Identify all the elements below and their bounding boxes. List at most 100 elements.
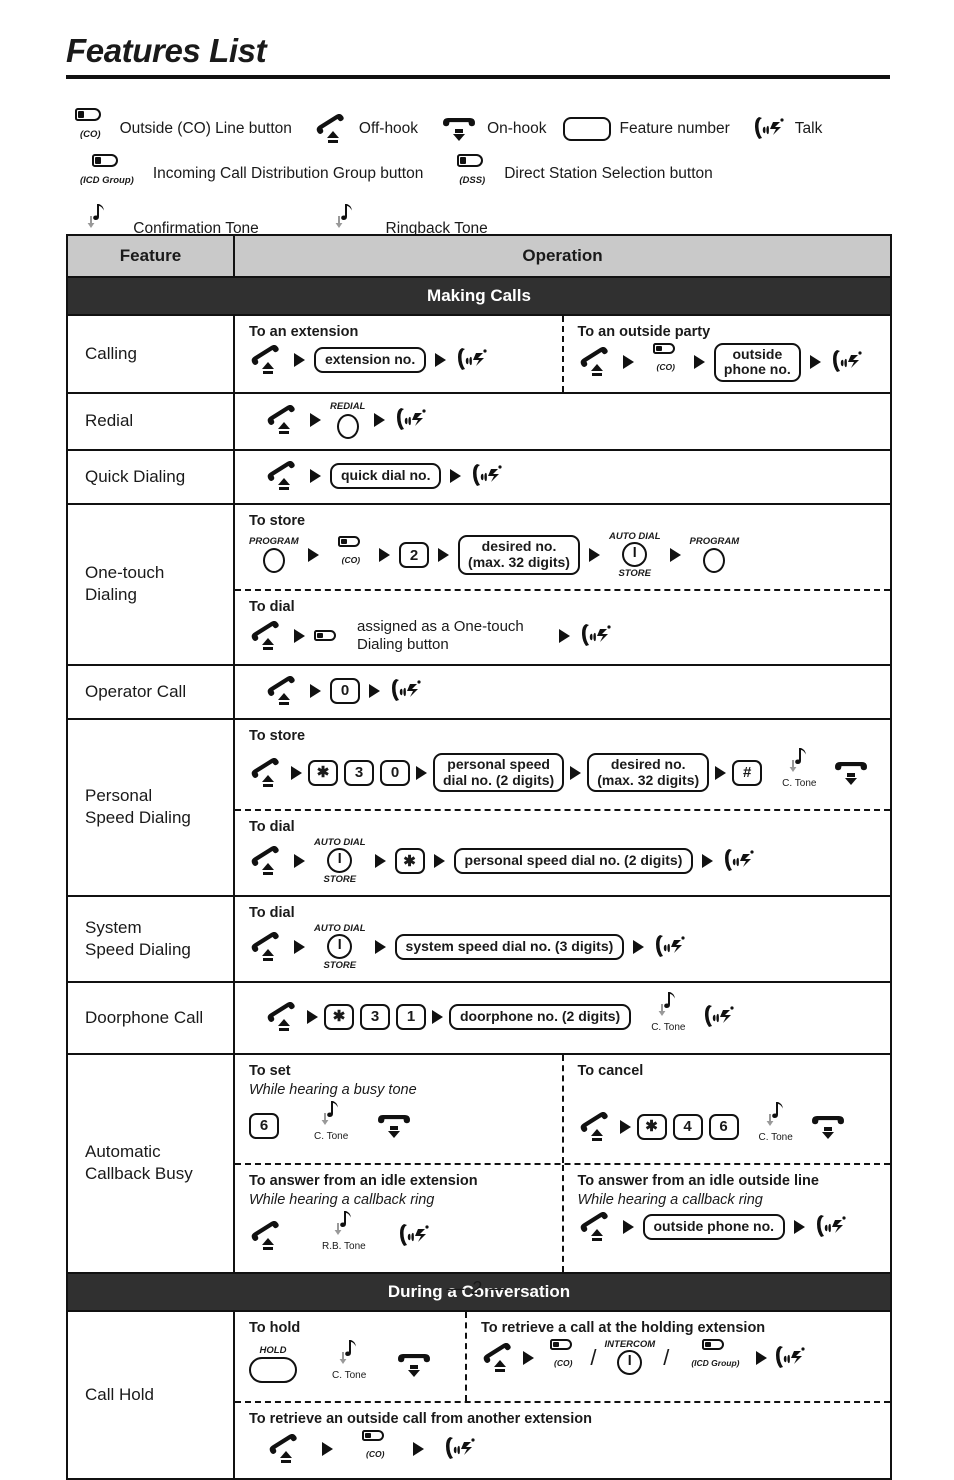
doorphone-no-field: doorphone no. (2 digits) — [449, 1003, 632, 1030]
feature-label-personal-speed-dialing: Personal Speed Dialing — [68, 719, 235, 895]
calling-right-title: To an outside party — [577, 323, 711, 340]
operation-system-speed-dialing: To dial AUTO DIAL STORE system speed dia… — [235, 897, 890, 981]
off-hook-icon — [249, 344, 285, 375]
legend-item-on-hook: On-hook — [440, 115, 562, 142]
operation-personal-speed-dialing: To store ✱ 3 0 personal speed dial no. (… — [235, 720, 890, 895]
flow-arrow-icon — [702, 854, 714, 869]
legend-item-feature-number: Feature number — [562, 116, 752, 141]
flow-arrow-icon — [369, 683, 380, 698]
call-hold-hold-title: To hold — [249, 1319, 301, 1336]
callback-cancel-title: To cancel — [577, 1062, 644, 1079]
flow-arrow-icon — [450, 468, 462, 483]
talk-icon — [579, 621, 613, 651]
table-row-system-speed-dialing: System Speed Dialing To dial AUTO DIAL S… — [68, 896, 890, 983]
flow-arrow-icon — [294, 628, 305, 643]
system-speed-dial-title: To dial — [249, 904, 295, 921]
legend-item-off-hook: Off-hook — [314, 113, 440, 144]
table-row-call-hold: Call Hold To hold HOLD C. Tone To retrie… — [68, 1311, 890, 1479]
co-line-button-icon: (CO) — [352, 1429, 394, 1469]
legend-label-on-hook: On-hook — [487, 119, 547, 137]
legend-label-dss: Direct Station Selection button — [504, 165, 713, 183]
talk-icon — [394, 405, 428, 435]
flow-arrow-icon — [310, 683, 321, 698]
option-separator: / — [590, 1344, 597, 1370]
off-hook-icon — [249, 620, 285, 651]
operation-automatic-callback-busy: To set While hearing a busy tone 6 C. To… — [235, 1054, 891, 1272]
confirmation-tone-icon: C. Tone — [318, 1339, 376, 1391]
hold-button-icon: HOLD — [249, 1346, 297, 1384]
flow-arrow-icon — [416, 765, 427, 780]
flow-arrow-icon — [374, 413, 386, 428]
flow-arrow-icon — [322, 1441, 333, 1456]
table-row-operator-call: Operator Call 0 — [68, 665, 890, 720]
flow-arrow-icon — [570, 765, 582, 780]
feature-label-quick-dialing: Quick Dialing — [68, 450, 235, 503]
talk-icon — [443, 1434, 477, 1464]
key-3: 3 — [360, 1003, 390, 1030]
off-hook-icon — [578, 347, 614, 377]
operation-call-hold: To hold HOLD C. Tone To retrieve a call … — [235, 1311, 890, 1479]
callback-set-title: To set — [249, 1062, 291, 1079]
legend-label-icd-group: Incoming Call Distribution Group button — [152, 165, 424, 183]
callback-set-note: While hearing a busy tone — [249, 1081, 417, 1098]
section-header-making-calls: Making Calls — [68, 277, 890, 316]
legend-label-feature-number: Feature number — [619, 119, 730, 137]
flow-arrow-icon — [755, 1350, 767, 1365]
flow-arrow-icon — [294, 940, 305, 955]
icd-group-button-icon: (ICD Group) — [66, 153, 144, 196]
on-hook-icon — [809, 1113, 847, 1140]
system-speed-dial-no-field: system speed dial no. (3 digits) — [394, 934, 625, 961]
confirmation-tone-icon: C. Tone — [300, 1100, 358, 1152]
feature-label-call-hold: Call Hold — [68, 1311, 235, 1479]
confirmation-tone-icon: C. Tone — [745, 1101, 803, 1153]
flow-arrow-icon — [374, 940, 386, 955]
legend-label-co-line: Outside (CO) Line button — [119, 119, 292, 137]
table-row-quick-dialing: Quick Dialing quick dial no. — [68, 450, 890, 505]
talk-icon — [455, 345, 489, 375]
callback-to-cancel: To cancel ✱ 4 6 C. Tone — [564, 1055, 891, 1163]
callback-answer-idle-extension: To answer from an idle extension While h… — [235, 1164, 564, 1272]
off-hook-icon — [249, 932, 285, 962]
flow-arrow-icon — [669, 548, 681, 563]
calling-to-outside-party: To an outside party (CO) outside phone n… — [564, 316, 891, 392]
off-hook-icon — [265, 1001, 301, 1032]
operation-one-touch-dialing: To store PROGRAM (CO) 2 desired no. (max… — [235, 505, 890, 664]
flow-arrow-icon — [433, 854, 445, 869]
operation-quick-dialing: quick dial no. — [235, 451, 890, 503]
feature-label-doorphone-call: Doorphone Call — [68, 982, 235, 1053]
co-line-button-icon: (CO) — [66, 108, 111, 150]
operation-redial: REDIAL — [235, 394, 890, 449]
off-hook-icon — [314, 113, 350, 144]
off-hook-icon — [265, 405, 301, 435]
flow-arrow-icon — [794, 1219, 806, 1234]
flow-arrow-icon — [588, 548, 600, 563]
legend-item-dss: (DSS) Direct Station Selection button — [445, 153, 734, 196]
page-footer: — 2 — — [446, 1278, 508, 1298]
co-line-button-icon: (CO) — [540, 1338, 582, 1378]
table-header-row: Feature Operation — [68, 236, 890, 278]
talk-icon — [752, 114, 786, 144]
key-4: 4 — [672, 1113, 703, 1140]
confirmation-tone-icon: C. Tone — [637, 991, 695, 1043]
on-hook-icon — [375, 1112, 413, 1139]
flow-arrow-icon — [622, 1219, 634, 1234]
intercom-button-icon: INTERCOM — [605, 1340, 655, 1377]
off-hook-icon — [578, 1211, 614, 1242]
key-star: ✱ — [636, 1113, 667, 1140]
redial-button-icon: REDIAL — [330, 402, 365, 439]
icd-group-button-icon: (ICD Group) — [677, 1338, 749, 1378]
call-hold-retrieve-another-extension: To retrieve an outside call from another… — [235, 1403, 890, 1479]
callback-answer-ext-title: To answer from an idle extension — [249, 1172, 478, 1189]
flow-arrow-icon — [307, 548, 319, 563]
off-hook-icon — [267, 1433, 303, 1464]
one-touch-button-icon — [314, 630, 336, 642]
on-hook-icon — [440, 115, 478, 142]
talk-icon — [470, 461, 504, 491]
ringback-tone-icon: R.B. Tone — [308, 1210, 376, 1262]
flow-arrow-icon — [633, 940, 645, 955]
outside-phone-no-field: outside phone no. — [642, 1213, 786, 1240]
feature-label-calling: Calling — [68, 315, 235, 393]
callback-answer-line-note: While hearing a callback ring — [577, 1191, 763, 1208]
key-hash: # — [732, 759, 763, 786]
table-row-automatic-callback-busy: Automatic Callback Busy To set While hea… — [68, 1054, 891, 1274]
